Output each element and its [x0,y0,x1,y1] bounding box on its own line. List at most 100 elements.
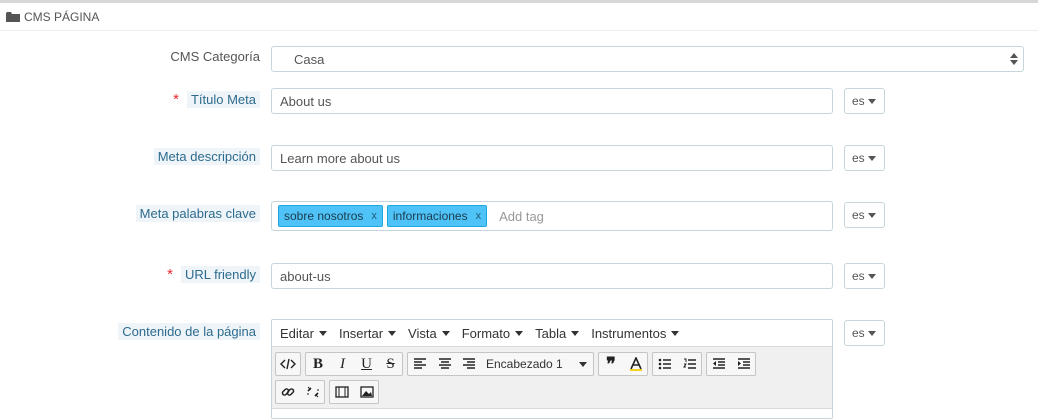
editor-toolbar: B I U S Encabezado 1 ❞ [272,347,832,409]
text-color-icon[interactable] [623,353,647,375]
tag-chip: informaciones x [386,205,488,227]
lang-label: es [852,94,865,108]
rich-text-editor: Editar Insertar Vista Formato Tabla Inst… [271,319,833,419]
toolbar-group [275,352,301,376]
meta-description-value: Learn more about us [280,150,400,166]
lang-label: es [852,208,865,222]
menu-label: Instrumentos [591,325,667,341]
menu-label: Insertar [338,325,384,341]
tag-text: informaciones [392,209,468,223]
tag-chip: sobre nosotros x [278,205,383,227]
caret-down-icon [388,330,397,336]
caret-down-icon [671,330,680,336]
lang-label: es [852,269,865,283]
video-icon[interactable] [330,381,354,403]
align-center-icon[interactable] [432,353,456,375]
caret-down-icon [867,273,876,279]
caret-down-icon [579,361,587,367]
content-label-wrap: Contenido de la página [118,323,260,340]
bullet-list-icon[interactable] [653,353,677,375]
numbered-list-icon[interactable] [677,353,701,375]
lang-label: es [852,151,865,165]
caret-down-icon [515,330,524,336]
editor-menubar: Editar Insertar Vista Formato Tabla Inst… [272,320,832,347]
align-right-icon[interactable] [456,353,480,375]
meta-title-input[interactable]: About us [271,88,833,114]
toolbar-group [652,352,702,376]
category-select[interactable]: Casa [271,46,1024,72]
panel-heading: CMS PÁGINA [0,3,1038,31]
toolbar-group: Encabezado 1 [407,352,594,376]
menu-label: Vista [408,325,437,341]
panel-title: CMS PÁGINA [24,9,100,24]
strikethrough-icon[interactable]: S [378,353,402,375]
meta-description-label: Meta descripción [153,148,260,165]
toolbar-group [706,352,756,376]
tag-remove-icon[interactable]: x [476,210,482,222]
url-friendly-label-wrap: * URL friendly [167,266,260,283]
caret-down-icon [571,330,580,336]
required-marker: * [167,266,173,283]
menu-tabla[interactable]: Tabla [535,325,580,341]
category-label: CMS Categoría [170,49,260,64]
caret-down-icon [441,330,450,336]
content-lang-button[interactable]: es [844,320,885,346]
toolbar-group: ❞ [598,352,648,376]
url-friendly-input[interactable]: about-us [271,263,833,289]
meta-keywords-label: Meta palabras clave [135,205,260,222]
caret-down-icon [867,155,876,161]
image-icon[interactable] [354,381,378,403]
menu-vista[interactable]: Vista [408,326,450,341]
menu-editar[interactable]: Editar [280,326,327,341]
meta-title-lang-button[interactable]: es [844,88,885,114]
folder-icon [6,11,20,22]
menu-label: Tabla [535,325,567,341]
link-icon[interactable] [276,381,300,403]
menu-insertar[interactable]: Insertar [338,325,397,341]
bold-icon[interactable]: B [306,353,330,375]
lang-label: es [852,326,865,340]
underline-icon[interactable]: U [354,353,378,375]
meta-keywords-tag-input[interactable]: sobre nosotros x informaciones x Add tag [271,201,833,231]
toolbar-row [275,378,829,406]
toolbar-group [329,380,379,404]
toolbar-row: B I U S Encabezado 1 ❞ [275,350,829,378]
meta-description-lang-button[interactable]: es [844,145,885,171]
meta-keywords-label-wrap: Meta palabras clave [135,205,260,222]
tag-text: sobre nosotros [284,209,364,223]
meta-keywords-lang-button[interactable]: es [844,202,885,228]
format-select-value: Encabezado 1 [486,357,563,371]
meta-title-label-wrap: * Título Meta [173,91,260,108]
required-marker: * [173,91,179,108]
align-left-icon[interactable] [408,353,432,375]
meta-title-label: Título Meta [186,91,260,108]
category-value: Casa [294,51,325,67]
toolbar-group [275,380,325,404]
meta-title-value: About us [280,93,332,109]
tag-remove-icon[interactable]: x [371,210,377,222]
caret-down-icon [318,330,327,336]
indent-icon[interactable] [731,353,755,375]
meta-description-label-wrap: Meta descripción [153,148,260,165]
meta-description-input[interactable]: Learn more about us [271,145,833,171]
caret-down-icon [867,98,876,104]
menu-instrumentos[interactable]: Instrumentos [591,325,680,341]
unlink-icon[interactable] [300,381,324,403]
select-arrows-icon [1010,53,1018,65]
content-label: Contenido de la página [118,323,260,340]
menu-label: Formato [461,325,511,341]
category-label-wrap: CMS Categoría [170,49,260,64]
add-tag-placeholder[interactable]: Add tag [499,209,544,224]
caret-down-icon [867,212,876,218]
source-code-icon[interactable] [276,353,300,375]
menu-formato[interactable]: Formato [461,325,524,341]
format-select[interactable]: Encabezado 1 [480,353,593,375]
caret-down-icon [867,330,876,336]
italic-icon[interactable]: I [330,353,354,375]
url-friendly-value: about-us [280,268,331,284]
url-friendly-label: URL friendly [180,266,260,283]
url-friendly-lang-button[interactable]: es [844,263,885,289]
menu-label: Editar [280,325,314,341]
outdent-icon[interactable] [707,353,731,375]
blockquote-icon[interactable]: ❞ [599,353,623,375]
